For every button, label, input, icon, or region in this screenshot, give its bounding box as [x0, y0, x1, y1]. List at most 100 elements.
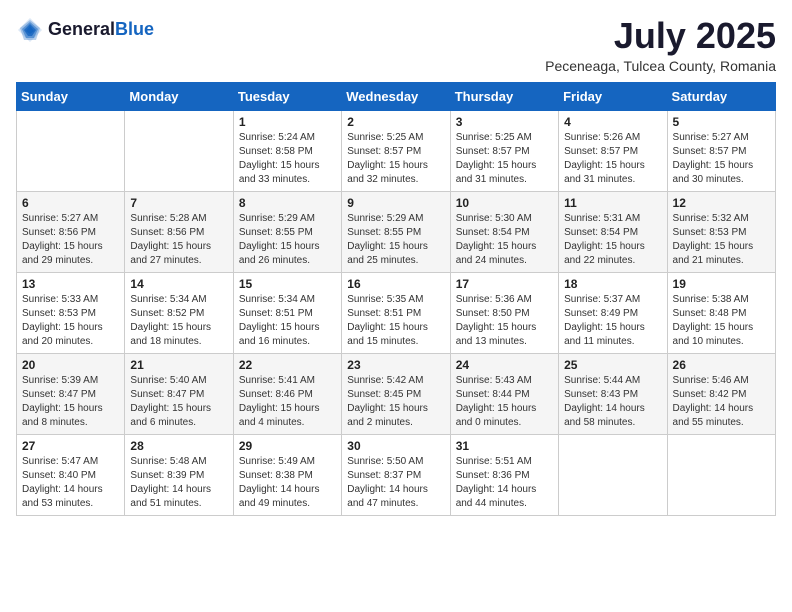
day-number: 13: [22, 277, 119, 291]
day-info: Sunrise: 5:37 AM Sunset: 8:49 PM Dayligh…: [564, 293, 661, 349]
day-info: Sunrise: 5:28 AM Sunset: 8:56 PM Dayligh…: [130, 212, 227, 268]
day-info: Sunrise: 5:30 AM Sunset: 8:54 PM Dayligh…: [456, 212, 553, 268]
day-number: 7: [130, 196, 227, 210]
day-header-thursday: Thursday: [450, 82, 558, 110]
day-number: 18: [564, 277, 661, 291]
calendar-cell: 19 Sunrise: 5:38 AM Sunset: 8:48 PM Dayli…: [667, 272, 775, 353]
day-info: Sunrise: 5:33 AM Sunset: 8:53 PM Dayligh…: [22, 293, 119, 349]
calendar-cell: 11 Sunrise: 5:31 AM Sunset: 8:54 PM Dayli…: [559, 191, 667, 272]
day-number: 1: [239, 115, 336, 129]
calendar: SundayMondayTuesdayWednesdayThursdayFrid…: [16, 82, 776, 516]
day-info: Sunrise: 5:38 AM Sunset: 8:48 PM Dayligh…: [673, 293, 770, 349]
calendar-cell: [17, 110, 125, 191]
day-info: Sunrise: 5:34 AM Sunset: 8:52 PM Dayligh…: [130, 293, 227, 349]
calendar-cell: 13 Sunrise: 5:33 AM Sunset: 8:53 PM Dayli…: [17, 272, 125, 353]
calendar-cell: [125, 110, 233, 191]
calendar-cell: 26 Sunrise: 5:46 AM Sunset: 8:42 PM Dayli…: [667, 353, 775, 434]
day-info: Sunrise: 5:34 AM Sunset: 8:51 PM Dayligh…: [239, 293, 336, 349]
month-title: July 2025: [545, 16, 776, 56]
day-info: Sunrise: 5:36 AM Sunset: 8:50 PM Dayligh…: [456, 293, 553, 349]
day-number: 26: [673, 358, 770, 372]
day-info: Sunrise: 5:25 AM Sunset: 8:57 PM Dayligh…: [347, 131, 444, 187]
day-info: Sunrise: 5:24 AM Sunset: 8:58 PM Dayligh…: [239, 131, 336, 187]
logo-general: General: [48, 20, 115, 40]
day-number: 14: [130, 277, 227, 291]
day-number: 15: [239, 277, 336, 291]
calendar-cell: 14 Sunrise: 5:34 AM Sunset: 8:52 PM Dayli…: [125, 272, 233, 353]
day-info: Sunrise: 5:31 AM Sunset: 8:54 PM Dayligh…: [564, 212, 661, 268]
calendar-week-row: 27Sunrise: 5:47 AM Sunset: 8:40 PM Dayli…: [17, 434, 776, 515]
day-info: Sunrise: 5:50 AM Sunset: 8:37 PM Dayligh…: [347, 455, 444, 511]
calendar-cell: [667, 434, 775, 515]
calendar-cell: 6 Sunrise: 5:27 AM Sunset: 8:56 PM Daylig…: [17, 191, 125, 272]
day-number: 4: [564, 115, 661, 129]
calendar-cell: 25Sunrise: 5:44 AM Sunset: 8:43 PM Dayli…: [559, 353, 667, 434]
day-number: 5: [673, 115, 770, 129]
day-info: Sunrise: 5:27 AM Sunset: 8:57 PM Dayligh…: [673, 131, 770, 187]
calendar-cell: 9Sunrise: 5:29 AM Sunset: 8:55 PM Daylig…: [342, 191, 450, 272]
day-info: Sunrise: 5:41 AM Sunset: 8:46 PM Dayligh…: [239, 374, 336, 430]
calendar-cell: 27Sunrise: 5:47 AM Sunset: 8:40 PM Dayli…: [17, 434, 125, 515]
calendar-cell: 20Sunrise: 5:39 AM Sunset: 8:47 PM Dayli…: [17, 353, 125, 434]
day-number: 9: [347, 196, 444, 210]
calendar-header-row: SundayMondayTuesdayWednesdayThursdayFrid…: [17, 82, 776, 110]
day-number: 6: [22, 196, 119, 210]
day-info: Sunrise: 5:35 AM Sunset: 8:51 PM Dayligh…: [347, 293, 444, 349]
day-number: 23: [347, 358, 444, 372]
day-number: 17: [456, 277, 553, 291]
day-number: 24: [456, 358, 553, 372]
calendar-cell: 21Sunrise: 5:40 AM Sunset: 8:47 PM Dayli…: [125, 353, 233, 434]
day-info: Sunrise: 5:42 AM Sunset: 8:45 PM Dayligh…: [347, 374, 444, 430]
day-info: Sunrise: 5:43 AM Sunset: 8:44 PM Dayligh…: [456, 374, 553, 430]
title-block: July 2025 Peceneaga, Tulcea County, Roma…: [545, 16, 776, 74]
location-title: Peceneaga, Tulcea County, Romania: [545, 58, 776, 74]
day-number: 21: [130, 358, 227, 372]
day-number: 12: [673, 196, 770, 210]
calendar-cell: 30 Sunrise: 5:50 AM Sunset: 8:37 PM Dayli…: [342, 434, 450, 515]
day-number: 29: [239, 439, 336, 453]
calendar-cell: 23 Sunrise: 5:42 AM Sunset: 8:45 PM Dayli…: [342, 353, 450, 434]
day-info: Sunrise: 5:48 AM Sunset: 8:39 PM Dayligh…: [130, 455, 227, 511]
calendar-cell: 29 Sunrise: 5:49 AM Sunset: 8:38 PM Dayli…: [233, 434, 341, 515]
calendar-week-row: 13 Sunrise: 5:33 AM Sunset: 8:53 PM Dayli…: [17, 272, 776, 353]
day-info: Sunrise: 5:27 AM Sunset: 8:56 PM Dayligh…: [22, 212, 119, 268]
day-number: 22: [239, 358, 336, 372]
day-number: 16: [347, 277, 444, 291]
calendar-cell: 7 Sunrise: 5:28 AM Sunset: 8:56 PM Daylig…: [125, 191, 233, 272]
day-number: 28: [130, 439, 227, 453]
day-number: 30: [347, 439, 444, 453]
calendar-cell: 2Sunrise: 5:25 AM Sunset: 8:57 PM Daylig…: [342, 110, 450, 191]
day-number: 19: [673, 277, 770, 291]
calendar-week-row: 6 Sunrise: 5:27 AM Sunset: 8:56 PM Daylig…: [17, 191, 776, 272]
day-header-sunday: Sunday: [17, 82, 125, 110]
calendar-week-row: 1 Sunrise: 5:24 AM Sunset: 8:58 PM Daylig…: [17, 110, 776, 191]
day-header-monday: Monday: [125, 82, 233, 110]
logo-text: GeneralBlue: [48, 20, 154, 40]
calendar-cell: 15 Sunrise: 5:34 AM Sunset: 8:51 PM Dayli…: [233, 272, 341, 353]
calendar-cell: 12 Sunrise: 5:32 AM Sunset: 8:53 PM Dayli…: [667, 191, 775, 272]
calendar-cell: 31Sunrise: 5:51 AM Sunset: 8:36 PM Dayli…: [450, 434, 558, 515]
day-info: Sunrise: 5:26 AM Sunset: 8:57 PM Dayligh…: [564, 131, 661, 187]
day-info: Sunrise: 5:49 AM Sunset: 8:38 PM Dayligh…: [239, 455, 336, 511]
day-number: 31: [456, 439, 553, 453]
day-number: 11: [564, 196, 661, 210]
calendar-cell: 17 Sunrise: 5:36 AM Sunset: 8:50 PM Dayli…: [450, 272, 558, 353]
calendar-cell: 24 Sunrise: 5:43 AM Sunset: 8:44 PM Dayli…: [450, 353, 558, 434]
day-number: 20: [22, 358, 119, 372]
day-info: Sunrise: 5:29 AM Sunset: 8:55 PM Dayligh…: [239, 212, 336, 268]
calendar-cell: [559, 434, 667, 515]
day-number: 10: [456, 196, 553, 210]
day-number: 27: [22, 439, 119, 453]
day-header-friday: Friday: [559, 82, 667, 110]
calendar-cell: 3Sunrise: 5:25 AM Sunset: 8:57 PM Daylig…: [450, 110, 558, 191]
logo-icon: [16, 16, 44, 44]
day-number: 3: [456, 115, 553, 129]
calendar-cell: 28 Sunrise: 5:48 AM Sunset: 8:39 PM Dayli…: [125, 434, 233, 515]
day-header-tuesday: Tuesday: [233, 82, 341, 110]
day-info: Sunrise: 5:46 AM Sunset: 8:42 PM Dayligh…: [673, 374, 770, 430]
calendar-cell: 18 Sunrise: 5:37 AM Sunset: 8:49 PM Dayli…: [559, 272, 667, 353]
day-info: Sunrise: 5:32 AM Sunset: 8:53 PM Dayligh…: [673, 212, 770, 268]
calendar-cell: 8Sunrise: 5:29 AM Sunset: 8:55 PM Daylig…: [233, 191, 341, 272]
calendar-week-row: 20Sunrise: 5:39 AM Sunset: 8:47 PM Dayli…: [17, 353, 776, 434]
logo: GeneralBlue: [16, 16, 154, 44]
